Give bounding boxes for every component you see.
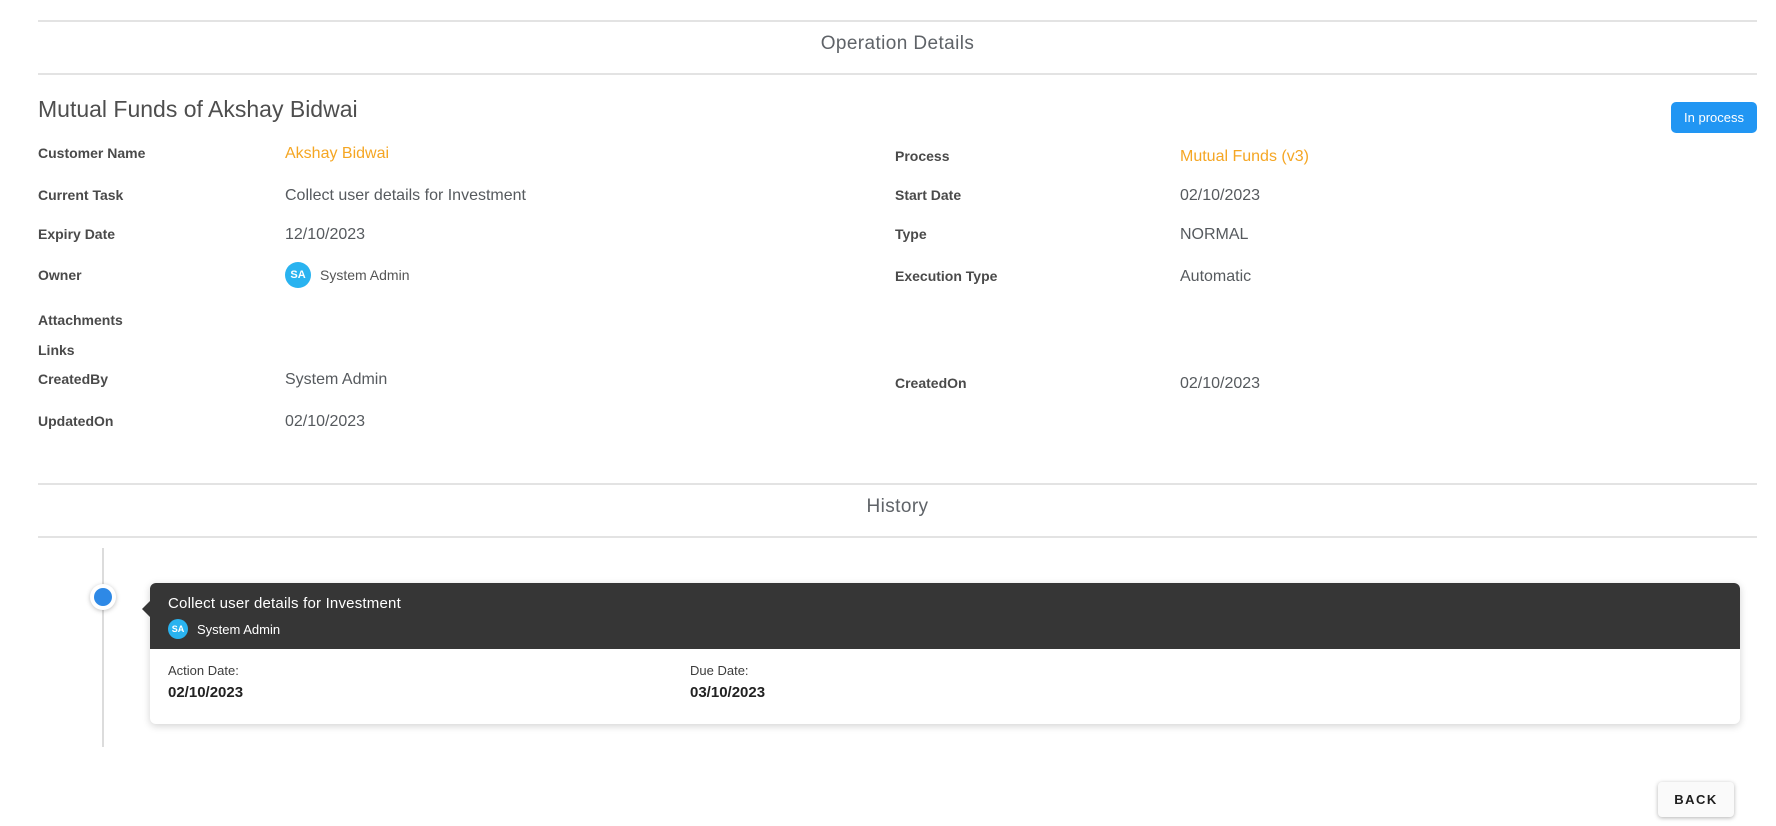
field-value: 02/10/2023 [285,413,366,430]
field-row-attachments: Attachments [38,312,285,328]
field-label: Start Date [895,187,962,203]
field-value: Automatic [1180,268,1252,285]
field-row-execution-type: Execution Type Automatic [895,268,1251,286]
history-card-body: Action Date: 02/10/2023 Due Date: 03/10/… [150,649,1740,715]
action-date-block: Action Date: 02/10/2023 [168,663,690,701]
due-date-value: 03/10/2023 [690,684,766,701]
history-title: History [866,496,929,517]
divider [38,73,1757,75]
field-label: Type [895,226,927,242]
field-label: Customer Name [38,145,146,161]
history-card: Collect user details for Investment SA S… [142,583,1740,724]
timeline-line [102,548,104,747]
owner-name: System Admin [320,267,410,283]
process-link[interactable]: Mutual Funds (v3) [1180,148,1309,166]
field-label: Execution Type [895,268,998,284]
field-label: CreatedOn [895,375,967,391]
field-row-expiry-date: Expiry Date 12/10/2023 [38,226,365,244]
field-label: UpdatedOn [38,413,114,429]
history-card-notch [142,601,150,617]
field-row-created-by: CreatedBy System Admin [38,371,387,389]
field-row-process: Process Mutual Funds (v3) [895,148,1309,166]
field-label: Process [895,148,950,164]
field-value: 12/10/2023 [285,226,366,243]
status-badge: In process [1671,102,1757,133]
back-button[interactable]: BACK [1658,782,1734,817]
operation-details-page: Operation Details Mutual Funds of Akshay… [0,0,1776,826]
field-row-created-on: CreatedOn 02/10/2023 [895,375,1260,393]
field-row-updated-on: UpdatedOn 02/10/2023 [38,413,365,431]
history-user-avatar: SA [168,619,188,639]
timeline-dot-icon [90,584,116,610]
history-user-name: System Admin [197,621,281,637]
field-value: 02/10/2023 [1180,187,1261,204]
customer-name-link[interactable]: Akshay Bidwai [285,145,389,163]
field-row-owner: Owner SA System Admin [38,262,409,288]
field-label: Owner [38,267,82,283]
divider [38,20,1757,22]
field-row-start-date: Start Date 02/10/2023 [895,187,1260,205]
field-value: System Admin [285,371,388,388]
operation-name: Mutual Funds of Akshay Bidwai [38,96,358,122]
field-row-links: Links [38,342,285,358]
owner-avatar: SA [285,262,311,288]
field-row-customer-name: Customer Name Akshay Bidwai [38,145,389,163]
action-date-value: 02/10/2023 [168,684,244,701]
field-value: NORMAL [1180,226,1249,243]
due-date-label: Due Date: [690,663,749,678]
history-user: SA System Admin [168,619,1722,639]
field-value: Collect user details for Investment [285,187,526,204]
history-task-title: Collect user details for Investment [168,595,401,612]
field-label: CreatedBy [38,371,109,387]
field-value: 02/10/2023 [1180,375,1261,392]
field-row-type: Type NORMAL [895,226,1248,244]
field-label: Expiry Date [38,226,116,242]
history-card-header: Collect user details for Investment SA S… [150,583,1740,649]
divider [38,483,1757,485]
owner-value: SA System Admin [285,262,409,288]
field-label: Links [38,342,75,358]
due-date-block: Due Date: 03/10/2023 [690,663,765,701]
page-title: Operation Details [820,33,975,54]
divider [38,536,1757,538]
action-date-label: Action Date: [168,663,239,678]
field-label: Attachments [38,312,123,328]
field-row-current-task: Current Task Collect user details for In… [38,187,526,205]
field-label: Current Task [38,187,124,203]
